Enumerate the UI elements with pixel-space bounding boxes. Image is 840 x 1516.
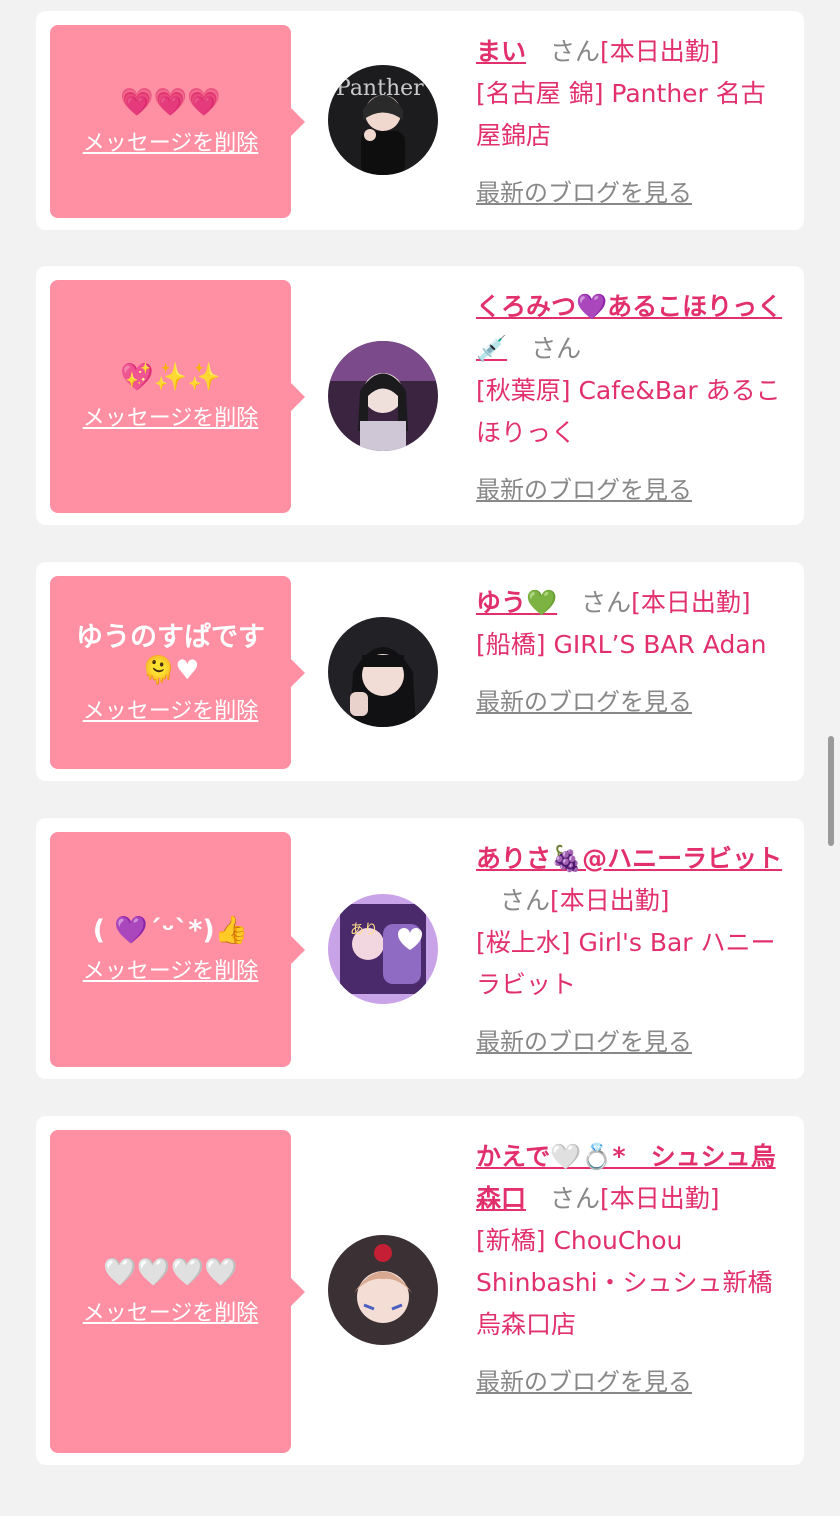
- message-text: ゆうのすぱです🫠♥: [76, 621, 265, 686]
- latest-blog-link[interactable]: 最新のブログを見る: [476, 1022, 692, 1057]
- message-text: ( 💜´ᵕ`*)👍: [92, 915, 249, 946]
- shop-name: [秋葉原] Cafe&Bar あるこほりっく: [476, 376, 781, 447]
- scrollbar[interactable]: [828, 736, 834, 846]
- avatar-photo: [328, 617, 438, 727]
- latest-blog-link[interactable]: 最新のブログを見る: [476, 1362, 692, 1397]
- work-status: [本日出勤]: [600, 1184, 720, 1213]
- delete-message-link[interactable]: メッセージを削除: [83, 953, 259, 985]
- message-bubble: 🤍🤍🤍🤍 メッセージを削除: [50, 1130, 305, 1453]
- avatar[interactable]: [328, 1235, 438, 1345]
- cast-name-link[interactable]: ありさ🍇@ハニーラビット: [476, 844, 782, 873]
- honorific: さん: [550, 1184, 601, 1213]
- honorific: さん: [531, 334, 582, 363]
- avatar-photo: あり: [328, 894, 438, 1004]
- svg-text:あり: あり: [350, 922, 378, 938]
- cast-info: まい さん[本日出勤] [名古屋 錦] Panther 名古屋錦店 最新のブログを…: [476, 31, 786, 208]
- delete-message-link[interactable]: メッセージを削除: [83, 693, 259, 725]
- cast-info: くろみつ💜あるこほりっく💉 さん [秋葉原] Cafe&Bar あるこほりっく 最…: [476, 286, 786, 505]
- shop-name: [桜上水] Girl's Bar ハニーラビット: [476, 928, 776, 999]
- avatar[interactable]: [328, 341, 438, 451]
- avatar[interactable]: Panther: [328, 65, 438, 175]
- delete-message-link[interactable]: メッセージを削除: [83, 1295, 259, 1327]
- list-item: 💗💗💗 メッセージを削除 Panther まい さん[本日出勤] [名古屋 錦] …: [36, 11, 804, 230]
- message-text: 💖✨✨: [120, 362, 221, 393]
- message-text: 🤍🤍🤍🤍: [103, 1257, 238, 1288]
- message-bubble: ( 💜´ᵕ`*)👍 メッセージを削除: [50, 832, 305, 1067]
- honorific: さん: [550, 37, 601, 66]
- list-item: ( 💜´ᵕ`*)👍 メッセージを削除 あり ありさ🍇@ハニーラビットさん[本日出…: [36, 818, 804, 1079]
- message-bubble: 💗💗💗 メッセージを削除: [50, 25, 305, 218]
- shop-name: [船橋] GIRL’S BAR Adan: [476, 630, 767, 659]
- work-status: [本日出勤]: [600, 37, 720, 66]
- delete-message-link[interactable]: メッセージを削除: [83, 125, 259, 157]
- cast-name-link[interactable]: ゆう💚: [476, 588, 557, 617]
- delete-message-link[interactable]: メッセージを削除: [83, 400, 259, 432]
- list-item: 💖✨✨ メッセージを削除 くろみつ💜あるこほりっく💉 さん [秋葉原] Cafe&…: [36, 266, 804, 525]
- cast-name-link[interactable]: くろみつ💜あるこほりっく💉: [476, 292, 782, 363]
- honorific: さん: [500, 886, 551, 915]
- honorific: さん: [581, 588, 632, 617]
- message-bubble: 💖✨✨ メッセージを削除: [50, 280, 305, 513]
- latest-blog-link[interactable]: 最新のブログを見る: [476, 682, 692, 717]
- avatar-photo: Panther: [328, 65, 438, 175]
- list-item: ゆうのすぱです🫠♥ メッセージを削除 ゆう💚 さん[本日出勤] [船橋] GIRL…: [36, 562, 804, 781]
- message-bubble: ゆうのすぱです🫠♥ メッセージを削除: [50, 576, 305, 769]
- cast-info: ゆう💚 さん[本日出勤] [船橋] GIRL’S BAR Adan 最新のブログを…: [476, 582, 786, 717]
- avatar[interactable]: [328, 617, 438, 727]
- work-status: [本日出勤]: [550, 886, 670, 915]
- latest-blog-link[interactable]: 最新のブログを見る: [476, 173, 692, 208]
- message-text: 💗💗💗: [120, 87, 221, 118]
- list-item: 🤍🤍🤍🤍 メッセージを削除 かえで🤍💍* シュシュ烏森口 さん[本日出勤] [新橋…: [36, 1116, 804, 1465]
- avatar-photo: [328, 341, 438, 451]
- work-status: [本日出勤]: [631, 588, 751, 617]
- cast-name-link[interactable]: まい: [476, 37, 526, 66]
- latest-blog-link[interactable]: 最新のブログを見る: [476, 470, 692, 505]
- shop-name: [新橋] ChouChou Shinbashi・シュシュ新橋烏森口店: [476, 1226, 773, 1339]
- shop-name: [名古屋 錦] Panther 名古屋錦店: [476, 79, 766, 150]
- cast-info: ありさ🍇@ハニーラビットさん[本日出勤] [桜上水] Girl's Bar ハニ…: [476, 838, 786, 1057]
- cast-info: かえで🤍💍* シュシュ烏森口 さん[本日出勤] [新橋] ChouChou Shi…: [476, 1136, 786, 1397]
- avatar-photo: [328, 1235, 438, 1345]
- avatar[interactable]: あり: [328, 894, 438, 1004]
